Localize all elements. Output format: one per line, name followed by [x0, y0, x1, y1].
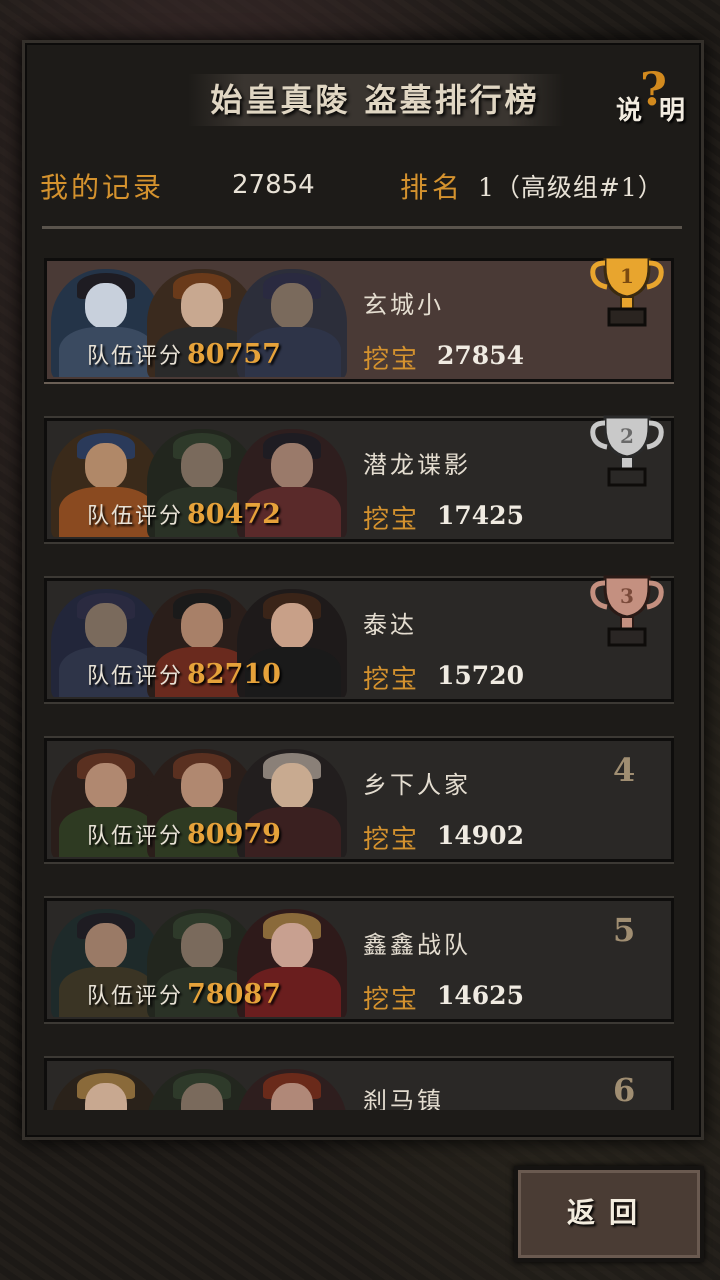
trophy-rank-number: 2 [620, 424, 634, 448]
gold-trophy-icon: 1 [590, 258, 664, 327]
my-rank-label: 排名 [400, 171, 465, 204]
dig-value: 14902 [437, 821, 524, 850]
leaderboard-row-1[interactable]: 队伍评分 80757 玄城小 挖宝 27854 1 [44, 258, 674, 382]
leaderboard-row-6[interactable]: 刹马镇 6 [44, 1058, 674, 1110]
team-name: 泰达 [363, 611, 417, 639]
divider [42, 226, 682, 229]
hero-portrait [237, 1069, 347, 1110]
rank-number: 5 [613, 911, 636, 949]
dig-label: 挖宝 [363, 345, 420, 375]
help-button[interactable]: ? 说 明 [612, 62, 696, 130]
dig-label: 挖宝 [363, 665, 420, 695]
leaderboard-row-3[interactable]: 队伍评分 82710 泰达 挖宝 15720 3 [44, 575, 674, 702]
bronze-trophy-icon: 3 [590, 575, 664, 647]
team-score: 队伍评分 80979 [87, 819, 281, 850]
team-name: 乡下人家 [363, 771, 471, 799]
leaderboard-row-2[interactable]: 队伍评分 80472 潜龙谍影 挖宝 17425 2 [44, 415, 674, 542]
rank-number: 4 [613, 751, 636, 789]
team-name: 鑫鑫战队 [363, 931, 471, 959]
team-score: 队伍评分 80472 [87, 499, 281, 530]
rank-number: 6 [613, 1071, 636, 1109]
help-label: 说 明 [616, 96, 690, 126]
leaderboard-row-4[interactable]: 队伍评分 80979 乡下人家 挖宝 14902 4 [44, 738, 674, 862]
dig-value: 27854 [437, 341, 524, 370]
leaderboard-row-5[interactable]: 队伍评分 78087 鑫鑫战队 挖宝 14625 5 [44, 898, 674, 1022]
team-name: 玄城小 [363, 291, 444, 319]
my-record-value: 27854 [232, 170, 315, 200]
team-name: 潜龙谍影 [363, 451, 471, 479]
dig-value: 17425 [437, 501, 524, 530]
back-button[interactable]: 返回 [514, 1166, 704, 1262]
dig-value: 14625 [437, 981, 524, 1010]
leaderboard-list[interactable]: 队伍评分 80757 玄城小 挖宝 27854 1 队伍评分 80472 潜龙谍影 … [44, 258, 674, 1110]
hero-portrait [51, 1069, 161, 1110]
team-score: 队伍评分 78087 [87, 979, 281, 1010]
my-rank-value: 1（高级组#1） [478, 173, 664, 202]
team-portraits [51, 1063, 351, 1110]
team-score: 队伍评分 82710 [87, 659, 281, 690]
my-record-label: 我的记录 [40, 171, 165, 204]
dig-value: 15720 [437, 661, 524, 690]
team-score: 队伍评分 80757 [87, 339, 281, 370]
dig-label: 挖宝 [363, 985, 420, 1015]
team-name: 刹马镇 [363, 1087, 444, 1110]
silver-trophy-icon: 2 [590, 415, 664, 487]
dig-label: 挖宝 [363, 505, 420, 535]
trophy-rank-number: 3 [620, 584, 634, 608]
dig-label: 挖宝 [363, 825, 420, 855]
trophy-rank-number: 1 [620, 264, 634, 288]
page-title: 始皇真陵 盗墓排行榜 [210, 81, 540, 119]
